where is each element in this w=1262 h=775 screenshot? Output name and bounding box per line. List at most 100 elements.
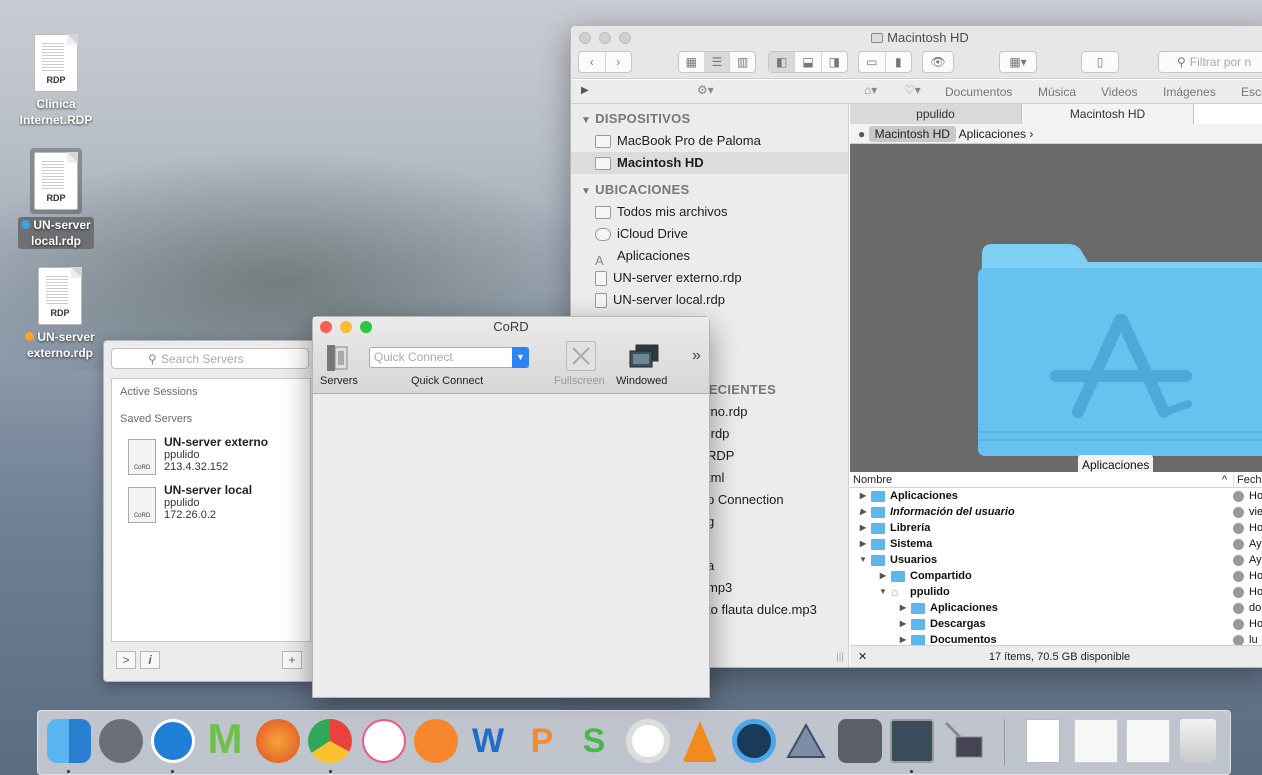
info-button[interactable]: i bbox=[140, 651, 160, 669]
minimize-button[interactable] bbox=[599, 32, 611, 44]
right-pane-icon[interactable]: ◨ bbox=[822, 52, 847, 72]
pathbar-item[interactable]: Música bbox=[1038, 85, 1076, 99]
disclosure-triangle-icon[interactable]: ▶ bbox=[858, 488, 868, 504]
expand-icon[interactable] bbox=[1233, 506, 1244, 518]
share-icon[interactable]: ▯ bbox=[1082, 52, 1118, 72]
expand-icon[interactable] bbox=[1233, 602, 1244, 614]
zip-icon[interactable] bbox=[1026, 719, 1060, 763]
vlc-icon[interactable] bbox=[678, 719, 722, 763]
fullscreen-icon[interactable] bbox=[566, 341, 596, 371]
column-name[interactable]: Nombre bbox=[853, 474, 892, 486]
column-date[interactable]: Fech bbox=[1233, 472, 1262, 488]
sidebar-item-macbook[interactable]: MacBook Pro de Paloma bbox=[571, 130, 848, 152]
servers-label[interactable]: Servers bbox=[320, 375, 358, 387]
action-gear-icon[interactable]: ⚙▾ bbox=[697, 83, 714, 97]
quick-look-icon[interactable]: 👁 bbox=[923, 52, 953, 72]
launchpad-icon[interactable] bbox=[99, 719, 143, 763]
expand-icon[interactable] bbox=[1233, 538, 1244, 550]
sidebar-section-title[interactable]: ▼ DISPOSITIVOS bbox=[571, 108, 848, 130]
disclosure-triangle-icon[interactable]: ▼ bbox=[858, 552, 868, 568]
bottom-pane-icon[interactable]: ⬓ bbox=[795, 52, 822, 72]
search-servers-input[interactable]: ⚲ Search Servers bbox=[111, 348, 309, 369]
triangle-icon[interactable] bbox=[784, 719, 828, 763]
expand-icon[interactable] bbox=[1233, 618, 1244, 630]
column-view-button[interactable]: ▥ bbox=[730, 52, 755, 72]
finder-icon[interactable] bbox=[47, 719, 91, 763]
arrange-icon[interactable]: ▦▾ bbox=[1000, 52, 1036, 72]
breadcrumb-item[interactable]: Macintosh HD bbox=[868, 126, 956, 142]
disclosure-triangle-icon[interactable]: ▶ bbox=[878, 568, 888, 584]
expand-icon[interactable] bbox=[1233, 570, 1244, 582]
list-item[interactable]: ▶ Compartido Ho bbox=[850, 568, 1262, 584]
sidebar-toggle-icon[interactable]: ◧ bbox=[769, 52, 796, 72]
word-icon[interactable]: W bbox=[466, 719, 510, 763]
tools-icon[interactable]: ✕ bbox=[858, 646, 867, 667]
desktop-file-un-server-externo[interactable]: RDP UN-server externo.rdp bbox=[17, 267, 103, 361]
ibooks-icon[interactable] bbox=[414, 719, 458, 763]
itunes-icon[interactable] bbox=[362, 719, 406, 763]
server-entry[interactable]: UN-server localppulido172.26.0.2 bbox=[112, 481, 310, 529]
list-item[interactable]: ▼ Usuarios Ay bbox=[850, 552, 1262, 568]
icon-view-button[interactable]: ▦ bbox=[679, 52, 705, 72]
forward-icon[interactable]: › bbox=[606, 52, 632, 72]
movistar-icon[interactable]: M bbox=[203, 718, 247, 763]
list-item[interactable]: ▶ Aplicaciones Ho bbox=[850, 488, 1262, 504]
cover-flow-icon[interactable]: ▭ bbox=[859, 52, 886, 72]
pathbar-item[interactable]: Imágenes bbox=[1163, 85, 1216, 99]
firefox-icon[interactable] bbox=[256, 719, 300, 763]
chrome-doc-icon[interactable] bbox=[1074, 719, 1118, 763]
split-icon[interactable]: ▮ bbox=[886, 52, 912, 72]
tab-macintosh-hd[interactable]: Macintosh HD bbox=[1022, 104, 1194, 124]
chevron-down-icon[interactable]: ▼ bbox=[512, 347, 529, 368]
favorites-icon[interactable]: ♡▾ bbox=[904, 83, 921, 97]
pathbar-item[interactable]: Escr bbox=[1241, 85, 1262, 99]
back-icon[interactable]: ‹ bbox=[579, 52, 606, 72]
sidebar-item-all-files[interactable]: Todos mis archivos bbox=[571, 201, 848, 223]
sidebar-item-un-server-externo[interactable]: UN-server externo.rdp bbox=[571, 267, 848, 289]
sidebar-item-applications[interactable]: A Aplicaciones bbox=[571, 245, 848, 268]
zoom-button[interactable] bbox=[360, 321, 372, 333]
zoom-button[interactable] bbox=[619, 32, 631, 44]
sidebar-section-title[interactable]: ▼ UBICACIONES bbox=[571, 179, 848, 201]
tab-ppulido[interactable]: ppulido bbox=[850, 104, 1022, 124]
pathbar-item[interactable]: Videos bbox=[1101, 85, 1137, 99]
expand-icon[interactable] bbox=[1233, 554, 1244, 566]
splitter-handle[interactable]: ||| bbox=[836, 652, 844, 663]
wnes-icon[interactable] bbox=[151, 719, 195, 763]
list-item[interactable]: ▶ Descargas Ho bbox=[850, 616, 1262, 632]
network-icon[interactable] bbox=[942, 719, 986, 763]
list-view-button[interactable]: ☰ bbox=[704, 52, 731, 72]
list-item[interactable]: ▶ Aplicaciones do bbox=[850, 600, 1262, 616]
quicktime-icon[interactable] bbox=[732, 719, 776, 763]
add-server-button[interactable]: + bbox=[282, 651, 302, 669]
sidebar-item-icloud[interactable]: iCloud Drive bbox=[571, 223, 848, 245]
disclosure-triangle-icon[interactable]: ▶ bbox=[858, 504, 868, 520]
desktop-file-un-server-local[interactable]: RDP UN-server local.rdp bbox=[13, 148, 99, 249]
trash-icon[interactable] bbox=[1180, 719, 1216, 763]
server-entry[interactable]: UN-server externoppulido213.4.32.152 bbox=[112, 433, 310, 481]
windowed-icon[interactable] bbox=[628, 343, 659, 373]
expand-button[interactable]: > bbox=[116, 651, 136, 669]
disclosure-triangle-icon[interactable]: ▶ bbox=[858, 520, 868, 536]
list-item[interactable]: ▼ ⌂ ppulido Ho bbox=[850, 584, 1262, 600]
photos-icon[interactable] bbox=[626, 719, 670, 763]
minimize-button[interactable] bbox=[340, 321, 352, 333]
expand-icon[interactable] bbox=[1233, 490, 1244, 502]
disclosure-triangle-icon[interactable]: ▶ bbox=[898, 600, 908, 616]
disclosure-triangle-icon[interactable]: ▶ bbox=[898, 616, 908, 632]
disclosure-triangle-icon[interactable]: ▶ bbox=[858, 536, 868, 552]
pathbar-item[interactable]: Documentos bbox=[945, 85, 1012, 99]
sidebar-item-un-server-local[interactable]: UN-server local.rdp bbox=[571, 289, 848, 311]
list-item[interactable]: ▶ Librería Ho bbox=[850, 520, 1262, 536]
sprint-icon[interactable]: S bbox=[572, 719, 616, 763]
list-item[interactable]: ▶ Sistema Ay bbox=[850, 536, 1262, 552]
expand-icon[interactable] bbox=[1233, 634, 1244, 646]
expand-icon[interactable] bbox=[1233, 522, 1244, 534]
home-icon[interactable]: ⌂▾ bbox=[864, 83, 877, 97]
expand-icon[interactable] bbox=[1233, 586, 1244, 598]
search-input[interactable]: ⚲ Filtrar por n bbox=[1158, 51, 1262, 73]
toolbar-overflow-icon[interactable]: » bbox=[692, 347, 701, 365]
desktop-file-clinica[interactable]: RDP Clinica Internet.RDP bbox=[13, 34, 99, 128]
disclosure-triangle-icon[interactable]: ▼ bbox=[878, 584, 888, 600]
cord-icon[interactable] bbox=[890, 719, 934, 763]
